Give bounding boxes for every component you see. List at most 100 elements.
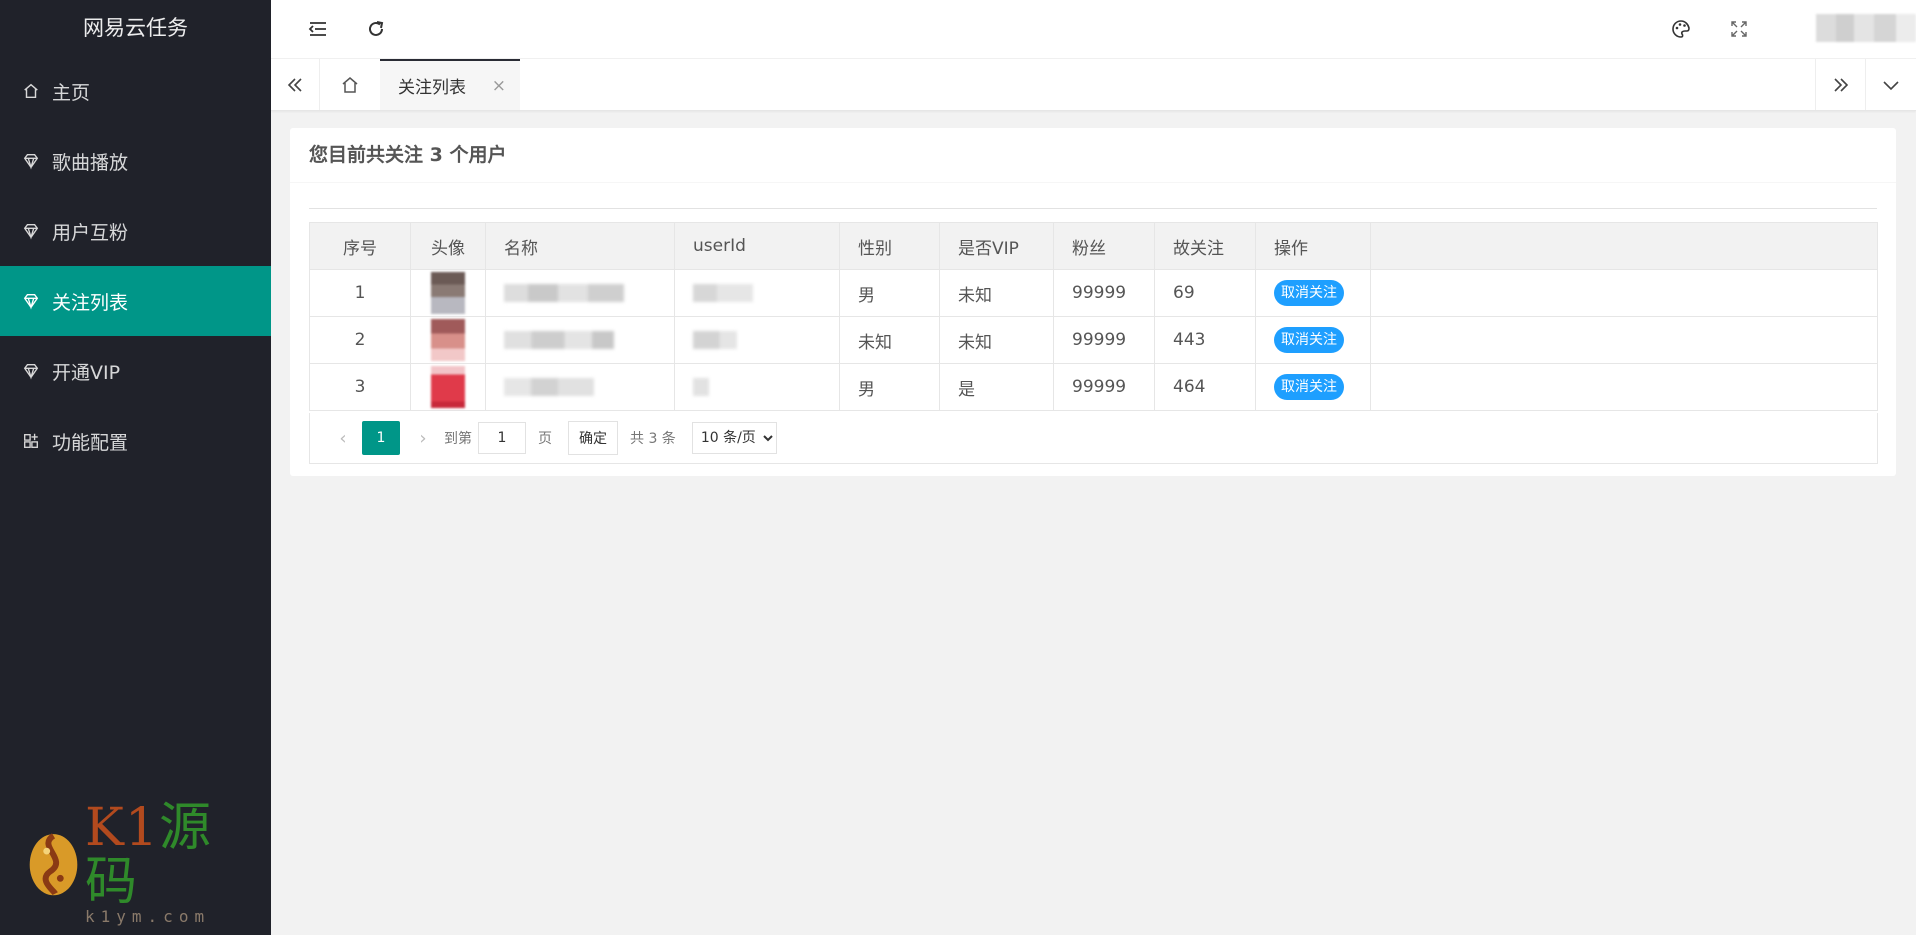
cell-name <box>485 363 675 411</box>
cell-index: 3 <box>309 363 411 411</box>
theme-palette-icon[interactable] <box>1667 15 1695 43</box>
cell-follows: 464 <box>1154 363 1256 411</box>
current-page[interactable]: 1 <box>362 421 400 455</box>
top-header <box>271 0 1916 59</box>
cell-action: 取消关注 <box>1255 269 1371 317</box>
sidebar-item-follow-list[interactable]: 关注列表 <box>0 266 271 336</box>
sidebar-item-label: 主页 <box>52 81 91 104</box>
cell-follows: 69 <box>1154 269 1256 317</box>
brand-main-a: K1 <box>85 797 159 858</box>
avatar[interactable] <box>431 319 465 361</box>
tab-label: 关注列表 <box>398 78 466 98</box>
page-size-select[interactable]: 10 条/页 <box>691 422 777 454</box>
cell-index: 2 <box>309 316 411 364</box>
cell-fans: 99999 <box>1053 316 1155 364</box>
table-row: 3 男 是 99999 464 取消关注 <box>309 363 1878 411</box>
cell-empty <box>1370 363 1878 411</box>
pagination: ‹ 1 › 到第 页 确定 共 3 条 10 条/页 <box>309 413 1878 464</box>
cell-vip: 未知 <box>939 269 1054 317</box>
sidebar-item-label: 用户互粉 <box>52 221 129 244</box>
cell-fans: 99999 <box>1053 363 1155 411</box>
diamond-icon <box>22 152 40 170</box>
unfollow-button[interactable]: 取消关注 <box>1274 374 1344 400</box>
col-gender: 性别 <box>839 222 940 270</box>
total-count: 共 3 条 <box>630 431 676 447</box>
cell-empty <box>1370 269 1878 317</box>
cell-avatar[interactable] <box>410 363 486 411</box>
cell-avatar[interactable] <box>410 316 486 364</box>
cell-gender: 男 <box>839 269 940 317</box>
col-fans: 粉丝 <box>1053 222 1155 270</box>
avatar[interactable] <box>431 272 465 314</box>
unfollow-button[interactable]: 取消关注 <box>1274 280 1344 306</box>
tabs-menu-chevron-down-icon[interactable] <box>1865 59 1916 110</box>
cell-action: 取消关注 <box>1255 363 1371 411</box>
tab-home-icon[interactable] <box>319 59 381 110</box>
sidebar: 网易云任务 主页 歌曲播放 用户互粉 关注列表 开通VIP 功能配置 K1源码 … <box>0 0 271 935</box>
col-userid: userId <box>674 222 840 270</box>
sidebar-item-config[interactable]: 功能配置 <box>0 406 271 476</box>
blurred-name <box>504 331 614 349</box>
fullscreen-icon[interactable] <box>1725 15 1753 43</box>
tabs-scroll-left-icon[interactable] <box>271 59 320 110</box>
sidebar-item-vip[interactable]: 开通VIP <box>0 336 271 406</box>
cell-vip: 是 <box>939 363 1054 411</box>
next-page-chevron-right-icon[interactable]: › <box>408 428 438 449</box>
tab-close-icon[interactable]: × <box>492 76 506 96</box>
goto-page-input[interactable] <box>478 422 526 454</box>
follow-table: 序号 头像 名称 userId 性别 是否VIP 粉丝 故关注 操作 1 男 未… <box>309 222 1878 411</box>
brand-seal-icon <box>29 833 78 896</box>
cell-userid <box>674 269 840 317</box>
sidebar-item-label: 歌曲播放 <box>52 151 129 174</box>
cell-userid <box>674 316 840 364</box>
blurred-userid <box>693 284 753 302</box>
sidebar-item-home[interactable]: 主页 <box>0 56 271 126</box>
divider <box>309 208 1877 209</box>
home-icon <box>22 82 40 100</box>
follow-list-card: 您目前共关注 3 个用户 序号 头像 名称 userId 性别 是否VIP 粉丝… <box>290 128 1896 476</box>
apps-icon <box>22 432 40 450</box>
goto-label: 到第 <box>444 431 472 447</box>
sidebar-item-label: 开通VIP <box>52 361 121 384</box>
diamond-icon <box>22 362 40 380</box>
cell-follows: 443 <box>1154 316 1256 364</box>
page-label: 页 <box>538 431 552 447</box>
cell-name <box>485 316 675 364</box>
tab-bar: 关注列表 × <box>271 59 1916 111</box>
cell-avatar[interactable] <box>410 269 486 317</box>
table-row: 2 未知 未知 99999 443 取消关注 <box>309 316 1878 364</box>
user-avatar-name[interactable] <box>1816 14 1916 42</box>
cell-empty <box>1370 316 1878 364</box>
sidebar-item-label: 功能配置 <box>52 431 129 454</box>
cell-gender: 男 <box>839 363 940 411</box>
col-action: 操作 <box>1255 222 1371 270</box>
tab-follow-list[interactable]: 关注列表 × <box>380 59 520 110</box>
cell-index: 1 <box>309 269 411 317</box>
card-title: 您目前共关注 3 个用户 <box>290 128 1896 183</box>
table-header-row: 序号 头像 名称 userId 性别 是否VIP 粉丝 故关注 操作 <box>309 222 1878 270</box>
cell-name <box>485 269 675 317</box>
col-vip: 是否VIP <box>939 222 1054 270</box>
table-row: 1 男 未知 99999 69 取消关注 <box>309 269 1878 317</box>
brand-sub: k1ym.com <box>85 906 211 926</box>
cell-gender: 未知 <box>839 316 940 364</box>
cell-fans: 99999 <box>1053 269 1155 317</box>
tabs-scroll-right-icon[interactable] <box>1815 59 1866 110</box>
unfollow-button[interactable]: 取消关注 <box>1274 327 1344 353</box>
col-name: 名称 <box>485 222 675 270</box>
cell-vip: 未知 <box>939 316 1054 364</box>
blurred-name <box>504 284 624 302</box>
cell-action: 取消关注 <box>1255 316 1371 364</box>
prev-page-chevron-left-icon[interactable]: ‹ <box>328 428 358 449</box>
sidebar-item-song-play[interactable]: 歌曲播放 <box>0 126 271 196</box>
cell-userid <box>674 363 840 411</box>
avatar[interactable] <box>431 366 465 408</box>
blurred-name <box>504 378 594 396</box>
col-follows: 故关注 <box>1154 222 1256 270</box>
diamond-icon <box>22 222 40 240</box>
refresh-icon[interactable] <box>362 15 390 43</box>
sidebar-item-mutual-fans[interactable]: 用户互粉 <box>0 196 271 266</box>
goto-confirm-button[interactable]: 确定 <box>568 421 618 455</box>
collapse-menu-icon[interactable] <box>304 15 332 43</box>
diamond-icon <box>22 292 40 310</box>
